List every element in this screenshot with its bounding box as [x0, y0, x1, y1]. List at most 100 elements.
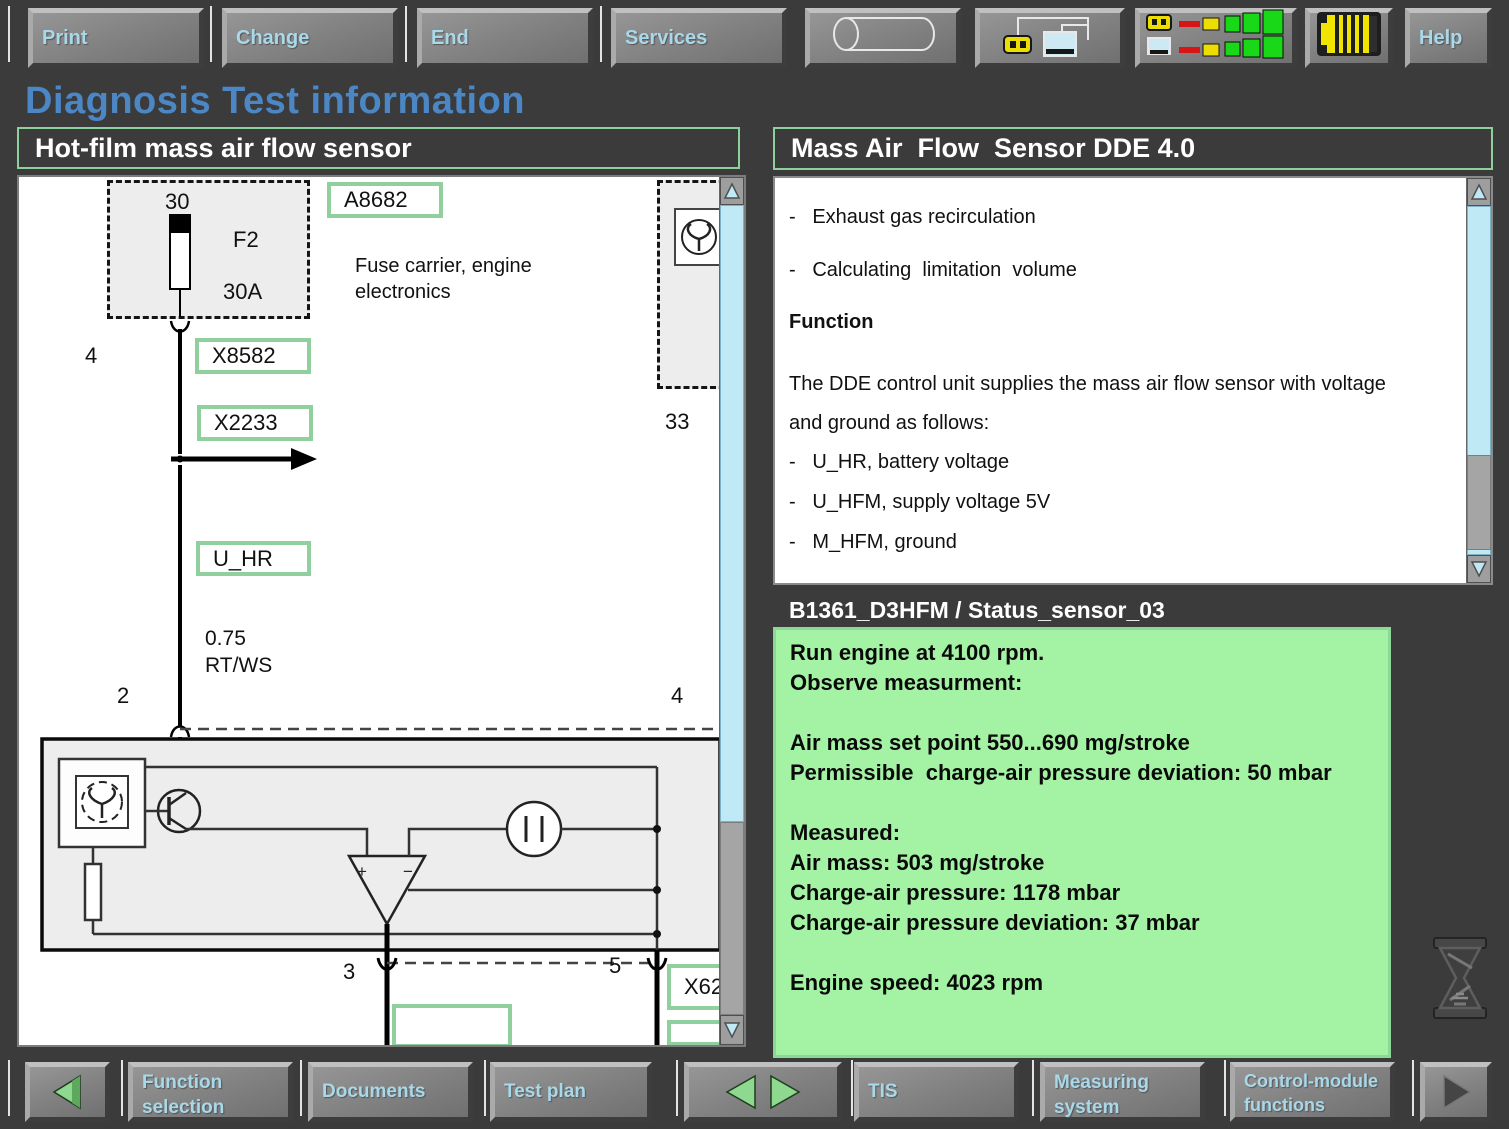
page-title: Diagnosis Test information [25, 80, 525, 123]
status-line: Charge-air pressure: 1178 mbar [790, 878, 1374, 908]
previous-page-icon [719, 1072, 763, 1112]
status-line: Run engine at 4100 rpm. [790, 638, 1374, 668]
status-line: Permissible charge-air pressure deviatio… [790, 758, 1374, 788]
print-button[interactable]: Print [28, 8, 204, 68]
diagram-scrollbar[interactable] [719, 177, 744, 1045]
toolbar-separator [121, 1060, 123, 1116]
diagram-panel-title: Hot-film mass air flow sensor [17, 127, 740, 169]
info-bullet: - U_HR, battery voltage [789, 451, 1449, 474]
scroll-up-icon [723, 182, 741, 200]
toolbar-separator [600, 6, 602, 62]
plug-tool-button[interactable] [1305, 8, 1393, 68]
plug-icon [1315, 9, 1383, 66]
connector-box-x2233[interactable]: X2233 [197, 405, 313, 441]
test-plan-button[interactable]: Test plan [490, 1062, 652, 1122]
pin-3-label: 3 [343, 959, 355, 985]
svg-text:−: − [403, 862, 413, 881]
status-line: Engine speed: 4023 rpm [790, 968, 1374, 998]
scroll-up-icon [1470, 183, 1488, 201]
status-line [790, 698, 1374, 728]
toolbar-separator [405, 6, 407, 62]
measurement-status-panel: Run engine at 4100 rpm.Observe measurmen… [773, 627, 1391, 1058]
fuse-carrier-dashed-box [107, 180, 310, 319]
hourglass-icon [1426, 934, 1494, 1027]
next-page-icon [763, 1072, 807, 1112]
toolbar-separator [1224, 1060, 1226, 1116]
info-scrollbar-thumb[interactable] [1467, 455, 1491, 550]
status-panel-title: B1361_D3HFM / Status_sensor_03 [789, 597, 1165, 624]
wire-size-label: 0.75 [205, 627, 246, 651]
help-button[interactable]: Help [1405, 8, 1492, 68]
info-panel: - Exhaust gas recirculation - Calculatin… [773, 176, 1493, 585]
toolbar-separator [484, 1060, 486, 1116]
diagram-scrollbar-track[interactable] [720, 822, 744, 1015]
status-line: Charge-air pressure deviation: 37 mbar [790, 908, 1374, 938]
pin-5-label: 5 [609, 953, 621, 979]
toolbar-separator [1032, 1060, 1034, 1116]
wiring-diagram-panel: + − A8682 X8582 X2233 U_HR X62 [17, 175, 746, 1047]
control-module-functions-button[interactable]: Control-module functions [1230, 1062, 1395, 1122]
toolbar-separator [210, 6, 212, 62]
info-bullet: - M_HFM, ground [789, 531, 1449, 554]
info-heading: Function [789, 311, 1449, 334]
status-line: Air mass: 503 mg/stroke [790, 848, 1374, 878]
fuse-rating-label: 30A [223, 279, 262, 305]
info-bullet: - U_HFM, supply voltage 5V [789, 491, 1449, 514]
toolbar-separator [1412, 1060, 1414, 1116]
measurement-bars-icon [1143, 9, 1289, 66]
info-paragraph-line: and ground as follows: [789, 412, 1449, 435]
terminal-30-label: 30 [165, 189, 189, 215]
connector-box-x8582[interactable]: X8582 [195, 338, 311, 374]
scroll-down-icon [723, 1021, 741, 1039]
diagram-scroll-up-button[interactable] [720, 177, 744, 205]
info-bullet: - Exhaust gas recirculation [789, 206, 1449, 229]
pin-4-top-label: 4 [85, 343, 97, 369]
info-panel-title: Mass Air Flow Sensor DDE 4.0 [773, 127, 1493, 170]
diagram-scroll-down-button[interactable] [720, 1015, 744, 1045]
toolbar-separator [676, 1060, 678, 1116]
signal-box-uhr[interactable]: U_HR [196, 541, 311, 576]
dis-diagnosis-screen: Print Change End Services [0, 0, 1509, 1129]
status-line [790, 788, 1374, 818]
tis-button[interactable]: TIS [854, 1062, 1019, 1122]
documents-button[interactable]: Documents [308, 1062, 473, 1122]
toolbar-separator [8, 1060, 10, 1116]
connector-box-a8682[interactable]: A8682 [327, 182, 443, 218]
pin-4-right-label: 4 [671, 683, 683, 709]
toolbar-separator [300, 1060, 302, 1116]
fuse-carrier-description: Fuse carrier, engine electronics [355, 253, 532, 305]
connector-box-bottom[interactable] [392, 1004, 512, 1047]
info-scroll-down-button[interactable] [1467, 555, 1491, 583]
scroll-down-icon [1470, 560, 1488, 578]
cylinder-icon [818, 11, 948, 64]
change-button[interactable]: Change [222, 8, 398, 68]
diagram-scrollbar-thumb[interactable] [720, 205, 744, 822]
svg-text:+: + [357, 862, 367, 881]
status-line: Measured: [790, 818, 1374, 848]
info-scroll-up-button[interactable] [1467, 178, 1491, 206]
info-bullet: - Calculating limitation volume [789, 259, 1449, 282]
toolbar-separator [8, 6, 10, 62]
cylinder-tool-button[interactable] [805, 8, 961, 68]
connector-module-icon [988, 10, 1112, 65]
measuring-system-button[interactable]: Measuring system [1040, 1062, 1205, 1122]
info-scrollbar[interactable] [1466, 178, 1491, 583]
function-selection-button[interactable]: Function selection [128, 1062, 293, 1122]
connector-module-tool-button[interactable] [975, 8, 1125, 68]
status-line: Observe measurment: [790, 668, 1374, 698]
fuse-name-label: F2 [233, 227, 259, 253]
wire-color-label: RT/WS [205, 654, 272, 678]
measurement-tool-button[interactable] [1135, 8, 1297, 68]
page-navigation-button[interactable] [684, 1062, 842, 1122]
status-line [790, 938, 1374, 968]
forward-button[interactable] [1420, 1062, 1492, 1122]
pin-33-label: 33 [665, 409, 689, 435]
info-paragraph-line: The DDE control unit supplies the mass a… [789, 373, 1449, 396]
services-button[interactable]: Services [611, 8, 787, 68]
forward-arrow-icon [1436, 1072, 1476, 1112]
back-button[interactable] [25, 1062, 110, 1122]
status-line: Air mass set point 550...690 mg/stroke [790, 728, 1374, 758]
end-button[interactable]: End [417, 8, 593, 68]
back-arrow-icon [48, 1072, 88, 1112]
toolbar-separator [851, 1060, 853, 1116]
